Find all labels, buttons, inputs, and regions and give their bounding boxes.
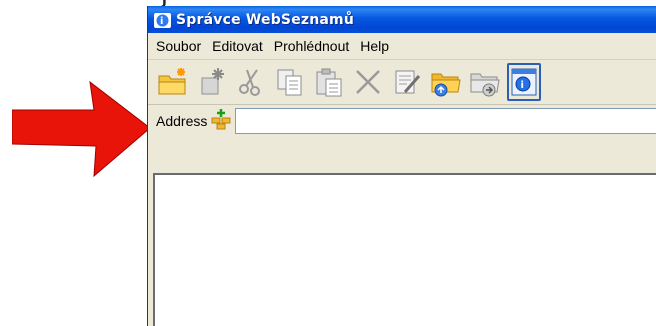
menu-editovat[interactable]: Editovat: [206, 38, 268, 54]
export-folder-button[interactable]: [466, 62, 504, 102]
address-label: Address: [156, 112, 208, 129]
paste-icon: [316, 68, 342, 97]
app-window: i Správce WebSeznamů Soubor Editovat Pro…: [147, 6, 656, 326]
window-title: Správce WebSeznamů: [176, 11, 355, 28]
browser-window-button[interactable]: i: [507, 63, 541, 101]
menu-help[interactable]: Help: [354, 38, 394, 54]
content-pane[interactable]: [153, 173, 656, 326]
add-network-icon[interactable]: [210, 108, 232, 133]
new-item-button[interactable]: [193, 62, 231, 102]
menu-soubor[interactable]: Soubor: [148, 38, 206, 54]
cut-icon: [239, 69, 260, 96]
cut-button[interactable]: [232, 62, 270, 102]
properties-button[interactable]: [388, 62, 426, 102]
new-folder-button[interactable]: [154, 62, 192, 102]
svg-text:i: i: [160, 16, 163, 27]
copy-button[interactable]: [271, 62, 309, 102]
app-globe-icon: i: [154, 11, 172, 29]
title-bar[interactable]: i Správce WebSeznamů: [148, 6, 656, 33]
open-folder-button[interactable]: [427, 62, 465, 102]
delete-icon: [356, 70, 380, 94]
red-arrow-icon: [12, 80, 151, 178]
paste-button[interactable]: [310, 62, 348, 102]
new-folder-icon: [158, 68, 186, 95]
delete-button[interactable]: [349, 62, 387, 102]
browser-window-icon: i: [511, 68, 537, 96]
menu-bar: Soubor Editovat Prohlédnout Help: [148, 33, 656, 60]
toolbar: i: [148, 60, 656, 105]
menu-prohlednout[interactable]: Prohlédnout: [268, 38, 355, 54]
new-item-icon: [201, 68, 224, 95]
svg-text:i: i: [521, 80, 524, 91]
copy-icon: [277, 69, 302, 96]
address-input[interactable]: [235, 107, 656, 134]
properties-icon: [395, 70, 421, 94]
export-folder-icon: [470, 73, 500, 97]
open-folder-icon: [431, 73, 461, 97]
address-bar: Address: [148, 105, 656, 136]
